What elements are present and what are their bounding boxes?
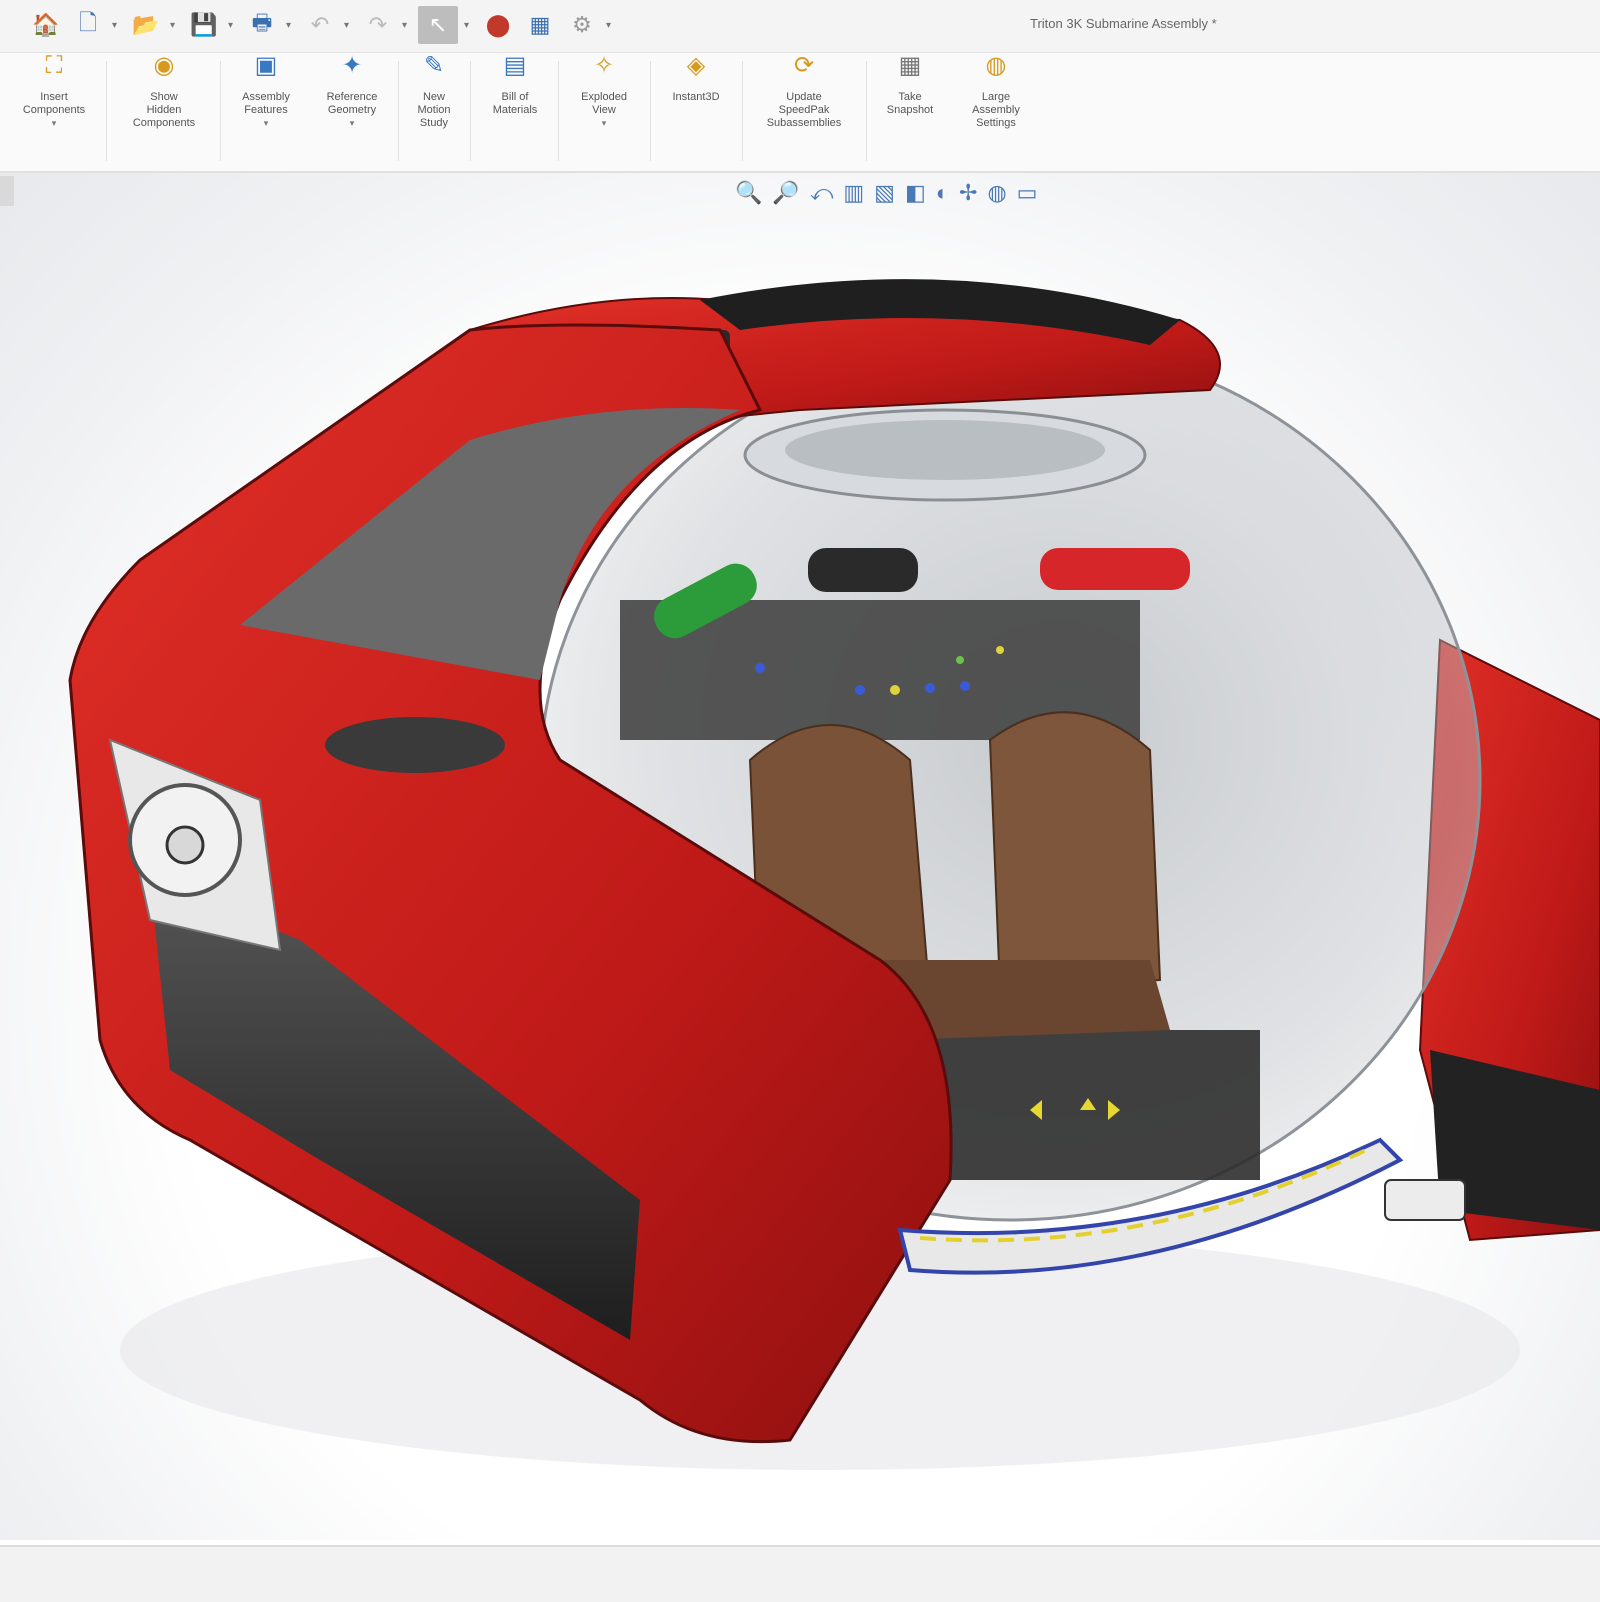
exploded-view-icon: ✧ — [593, 52, 615, 79]
interior-floor-panel — [900, 1030, 1260, 1180]
right-seat — [988, 711, 1162, 992]
rebuild-icon[interactable]: ⬤ — [480, 6, 516, 44]
assembly-features-button[interactable]: ▣ Assembly Features ▾ — [224, 52, 308, 163]
ribbon-label: Show Hidden Components — [132, 91, 196, 129]
ribbon-separator — [106, 61, 107, 161]
reference-geometry-button[interactable]: ✦ Reference Geometry ▾ — [310, 52, 394, 163]
ribbon-separator — [558, 61, 559, 161]
assembly-features-icon: ▣ — [254, 52, 278, 79]
chevron-down-icon[interactable]: ▾ — [264, 117, 269, 130]
update-speedpak-icon: ⟳ — [793, 52, 815, 79]
redo-icon[interactable]: ↷ — [360, 6, 396, 44]
show-hidden-components-icon: ◉ — [153, 52, 175, 79]
new-document-icon[interactable]: 🗋 — [70, 6, 106, 44]
open-icon[interactable]: 📂 — [128, 6, 164, 44]
quick-access-toolbar: 🏠 🗋 ▾ 📂 ▾ 💾 ▾ 🖶 ▾ ↶ ▾ ↷ ▾ ↖ ▾ ⬤ ▦ ⚙ ▾ — [28, 6, 616, 44]
thruster-hub — [165, 825, 205, 865]
chevron-down-icon[interactable]: ▾ — [402, 20, 412, 31]
options-gear-icon[interactable]: ⚙ — [564, 6, 600, 44]
chevron-down-icon[interactable]: ▾ — [228, 20, 238, 31]
chevron-down-icon[interactable]: ▾ — [286, 20, 296, 31]
large-assembly-settings-button[interactable]: ◍ Large Assembly Settings — [954, 52, 1038, 163]
chevron-down-icon[interactable]: ▾ — [170, 20, 180, 31]
chevron-down-icon[interactable]: ▾ — [464, 20, 474, 31]
take-snapshot-button[interactable]: ▦ Take Snapshot — [872, 52, 948, 163]
new-motion-study-icon: ✎ — [423, 52, 445, 79]
save-icon[interactable]: 💾 — [186, 6, 222, 44]
ribbon-separator — [470, 61, 471, 161]
large-assembly-settings-icon: ◍ — [985, 52, 1007, 79]
submarine-3d-model[interactable] — [0, 173, 1600, 1540]
instant3d-icon: ◈ — [686, 52, 706, 79]
chevron-down-icon[interactable]: ▾ — [344, 20, 354, 31]
ribbon-separator — [742, 61, 743, 161]
ribbon-label: Take Snapshot — [886, 91, 934, 116]
ribbon-label: Assembly Features — [242, 91, 290, 116]
chevron-down-icon[interactable]: ▾ — [52, 117, 57, 130]
chevron-down-icon[interactable]: ▾ — [112, 20, 122, 31]
ribbon-separator — [220, 61, 221, 161]
undo-icon[interactable]: ↶ — [302, 6, 338, 44]
new-motion-study-button[interactable]: ✎ New Motion Study — [402, 52, 466, 163]
take-snapshot-icon: ▦ — [898, 52, 922, 79]
ribbon-separator — [650, 61, 651, 161]
ribbon-label: Reference Geometry — [326, 91, 378, 116]
ribbon-label: Large Assembly Settings — [972, 91, 1020, 129]
home-icon[interactable]: 🏠 — [28, 6, 64, 44]
select-icon[interactable]: ↖ — [418, 6, 458, 44]
side-port-opening — [325, 717, 505, 773]
instant3d-button[interactable]: ◈ Instant3D — [654, 52, 738, 163]
status-bar — [0, 1545, 1600, 1602]
reference-geometry-icon: ✦ — [341, 52, 363, 79]
show-hidden-components-button[interactable]: ◉ Show Hidden Components — [112, 52, 216, 163]
ribbon-label: Insert Components — [22, 91, 86, 116]
command-manager-ribbon: ⛶ Insert Components ▾ ◉ Show Hidden Comp… — [0, 53, 1600, 173]
bill-of-materials-button[interactable]: ▤ Bill of Materials — [474, 52, 556, 163]
update-speedpak-button[interactable]: ⟳ Update SpeedPak Subassemblies — [748, 52, 860, 163]
title-bar: 🏠 🗋 ▾ 📂 ▾ 💾 ▾ 🖶 ▾ ↶ ▾ ↷ ▾ ↖ ▾ ⬤ ▦ ⚙ ▾ Tr… — [0, 0, 1600, 53]
ribbon-label: New Motion Study — [417, 91, 451, 129]
rear-light-unit — [1384, 1179, 1466, 1221]
file-properties-icon[interactable]: ▦ — [522, 6, 558, 44]
document-title: Triton 3K Submarine Assembly * — [1030, 16, 1217, 31]
ribbon-label: Instant3D — [672, 91, 720, 103]
ribbon-label: Exploded View — [581, 91, 627, 116]
print-icon[interactable]: 🖶 — [244, 6, 280, 44]
ribbon-separator — [398, 61, 399, 161]
insert-components-icon: ⛶ — [45, 52, 63, 79]
oxygen-tank — [808, 548, 918, 592]
ribbon-label: Update SpeedPak Subassemblies — [766, 91, 842, 129]
ribbon-separator — [866, 61, 867, 161]
fire-extinguisher — [1040, 548, 1190, 590]
insert-components-button[interactable]: ⛶ Insert Components ▾ — [6, 52, 102, 163]
chevron-down-icon[interactable]: ▾ — [602, 117, 607, 130]
top-hatch-opening — [785, 420, 1105, 480]
exploded-view-button[interactable]: ✧ Exploded View ▾ — [562, 52, 646, 163]
chevron-down-icon[interactable]: ▾ — [350, 117, 355, 130]
chevron-down-icon[interactable]: ▾ — [606, 20, 616, 31]
bill-of-materials-icon: ▤ — [503, 52, 527, 79]
ribbon-label: Bill of Materials — [492, 91, 538, 116]
